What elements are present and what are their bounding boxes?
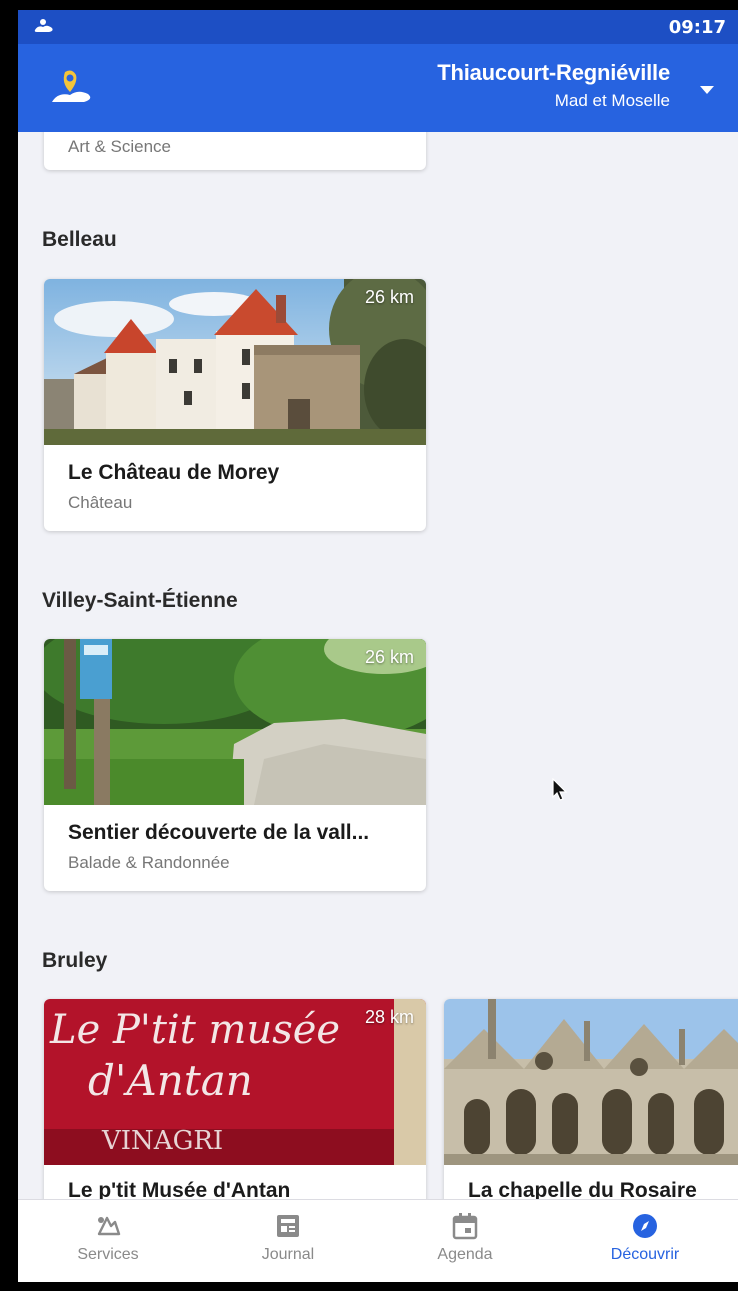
caret-down-icon[interactable]	[700, 86, 714, 94]
app-logo-icon[interactable]	[48, 64, 96, 117]
distance-badge: 26 km	[364, 647, 414, 667]
nav-item-journal[interactable]: Journal	[228, 1212, 348, 1264]
nav-label: Découvrir	[610, 1246, 680, 1263]
services-icon	[48, 1212, 168, 1240]
clock: 09:17	[668, 17, 726, 38]
calendar-icon	[405, 1212, 525, 1240]
location-region: Mad et Moselle	[554, 91, 670, 110]
nav-label: Journal	[261, 1246, 315, 1263]
section-title-bruley: Bruley	[42, 949, 108, 972]
newspaper-icon	[228, 1212, 348, 1240]
distance-badge: 26 km	[364, 287, 414, 307]
app-notification-icon	[32, 16, 56, 41]
chateau-photo: 26 km	[44, 279, 426, 445]
section-title-belleau: Belleau	[42, 228, 117, 251]
location-selector[interactable]: Thiaucourt-Regniéville Mad et Moselle	[437, 60, 670, 111]
place-card-ptit-musee-dantan[interactable]: Le P'tit musée d'Antan VINAGRI 28 km Le …	[44, 999, 426, 1204]
sign-text-line-1: Le P'tit musée	[49, 1007, 340, 1053]
mouse-cursor-icon	[552, 777, 568, 807]
chapel-photo	[444, 999, 738, 1165]
trail-photo: 26 km	[44, 639, 426, 805]
section-title-villey-saint-etienne: Villey-Saint-Étienne	[42, 589, 238, 612]
place-card-sentier-decouverte[interactable]: 26 km Sentier découverte de la vall... B…	[44, 639, 426, 891]
discover-list[interactable]: Art & Science Belleau 26 km Le Château d…	[18, 132, 738, 1204]
sign-text-line-2: d'Antan	[88, 1056, 253, 1105]
nav-item-services[interactable]: Services	[48, 1212, 168, 1264]
app-screen: 09:17 Thiaucourt-Regniéville Mad et Mose…	[18, 10, 738, 1282]
place-card-chateau-de-morey[interactable]: 26 km Le Château de Morey Château	[44, 279, 426, 531]
nav-label: Agenda	[437, 1246, 493, 1263]
card-title: Sentier découverte de la vall...	[68, 821, 370, 844]
card-subtitle: Balade & Randonnée	[68, 853, 230, 872]
card-subtitle: Art & Science	[68, 137, 171, 156]
bottom-navigation: Services Journal Agenda Découvrir	[18, 1199, 738, 1282]
distance-badge: 28 km	[364, 1007, 414, 1027]
status-bar: 09:17	[18, 10, 738, 44]
card-subtitle: Château	[68, 493, 133, 512]
partial-card[interactable]: Art & Science	[44, 132, 426, 170]
nav-item-agenda[interactable]: Agenda	[405, 1212, 525, 1264]
museum-sign-photo: Le P'tit musée d'Antan VINAGRI 28 km	[44, 999, 426, 1165]
place-card-chapelle-du-rosaire[interactable]: La chapelle du Rosaire	[444, 999, 738, 1204]
location-city: Thiaucourt-Regniéville	[437, 60, 670, 85]
card-title: Le Château de Morey	[68, 461, 280, 484]
sign-text-line-3: VINAGRI	[101, 1126, 223, 1156]
compass-icon	[585, 1212, 705, 1240]
nav-label: Services	[77, 1246, 139, 1263]
nav-item-decouvrir[interactable]: Découvrir	[585, 1212, 705, 1264]
app-header: Thiaucourt-Regniéville Mad et Moselle	[18, 44, 738, 132]
